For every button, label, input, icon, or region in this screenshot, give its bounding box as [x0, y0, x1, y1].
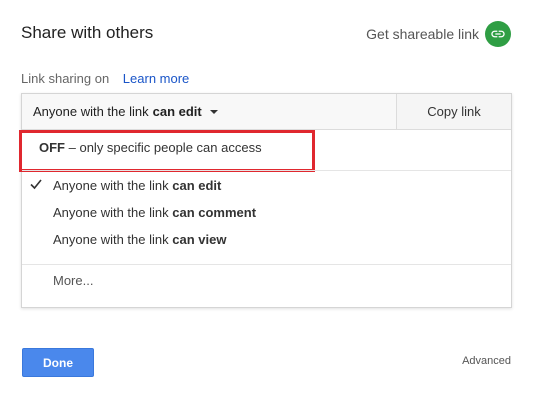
- menu-item-label: Anyone with the link can comment: [53, 204, 257, 220]
- menu-divider: [22, 170, 511, 171]
- learn-more-link[interactable]: Learn more: [123, 71, 189, 86]
- menu-divider: [22, 264, 511, 265]
- menu-item-can-edit[interactable]: Anyone with the link can edit: [22, 173, 511, 197]
- more-label: More...: [53, 272, 94, 288]
- dropdown-prefix: Anyone with the link: [33, 104, 149, 119]
- link-sharing-panel: Anyone with the link can edit Copy link …: [19, 93, 512, 308]
- dialog-title: Share with others: [21, 23, 154, 42]
- highlight-box: [19, 130, 315, 172]
- link-sharing-row: Link sharing on Learn more: [21, 71, 189, 86]
- link-sharing-status: Link sharing on: [21, 71, 110, 86]
- menu-item-can-view[interactable]: Anyone with the link can view: [22, 227, 511, 251]
- checkmark-icon: [30, 179, 42, 190]
- menu-item-label: Anyone with the link can edit: [53, 177, 222, 193]
- advanced-link[interactable]: Advanced: [462, 355, 511, 367]
- link-sharing-toolbar: Anyone with the link can edit Copy link: [22, 94, 511, 130]
- menu-item-can-comment[interactable]: Anyone with the link can comment: [22, 200, 511, 224]
- caret-down-icon: [209, 110, 218, 114]
- share-dialog: Share with others Get shareable link Lin…: [0, 0, 535, 402]
- sharing-level-dropdown[interactable]: Anyone with the link can edit: [22, 94, 396, 129]
- menu-item-label: Anyone with the link can view: [53, 231, 227, 247]
- link-icon: [485, 21, 511, 47]
- get-shareable-link-label: Get shareable link: [366, 26, 479, 42]
- get-shareable-link-button[interactable]: Get shareable link: [366, 21, 511, 47]
- menu-item-more[interactable]: More...: [22, 268, 511, 292]
- done-button[interactable]: Done: [22, 348, 94, 377]
- dropdown-emphasis: can edit: [152, 104, 202, 119]
- copy-link-button[interactable]: Copy link: [396, 94, 511, 129]
